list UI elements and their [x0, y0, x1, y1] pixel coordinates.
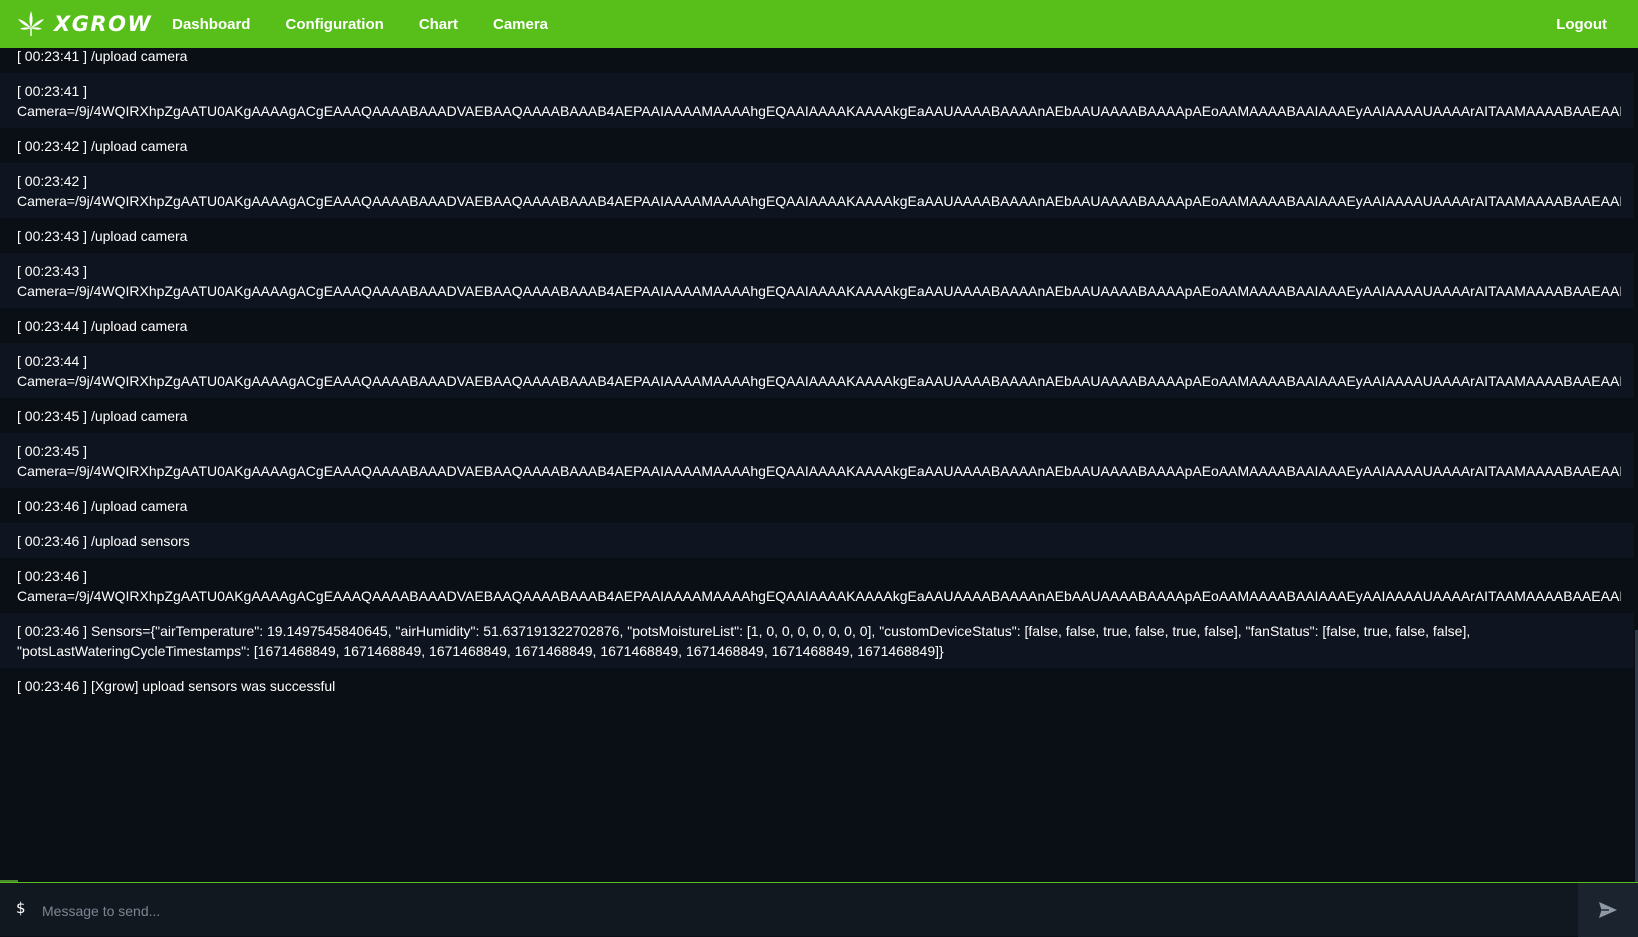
log-line: [ 00:23:46 ] Sensors={"airTemperature": … [17, 623, 1471, 659]
log-entry: [ 00:23:46 ] Sensors={"airTemperature": … [0, 613, 1638, 668]
log-line: Camera=/9j/4WQIRXhpZgAATU0AKgAAAAgACgEAA… [17, 373, 1621, 389]
log-line: [ 00:23:45 ] [17, 443, 88, 459]
log-line: [ 00:23:46 ] /upload sensors [17, 533, 190, 549]
nav-link-chart[interactable]: Chart [419, 16, 458, 33]
prompt-symbol: $ [16, 899, 26, 917]
log-line: Camera=/9j/4WQIRXhpZgAATU0AKgAAAAgACgEAA… [17, 193, 1621, 209]
log-entry: [ 00:23:42 ] Camera=/9j/4WQIRXhpZgAATU0AK… [0, 163, 1638, 218]
send-icon [1599, 902, 1617, 918]
log-entry: [ 00:23:43 ] Camera=/9j/4WQIRXhpZgAATU0AK… [0, 253, 1638, 308]
log-line: [ 00:23:46 ] [17, 568, 88, 584]
log-entry: [ 00:23:45 ] /upload camera [0, 398, 1638, 433]
log-entry: [ 00:23:46 ] [Xgrow] upload sensors was … [0, 668, 1638, 703]
log-line: [ 00:23:43 ] [17, 263, 88, 279]
message-bar: $ [0, 882, 1638, 937]
log-line: [ 00:23:44 ] [17, 353, 88, 369]
log-line: [ 00:23:43 ] /upload camera [17, 228, 188, 244]
top-navbar: XGROW Dashboard Configuration Chart Came… [0, 0, 1638, 48]
log-entry: [ 00:23:44 ] Camera=/9j/4WQIRXhpZgAATU0AK… [0, 343, 1638, 398]
log-line: Camera=/9j/4WQIRXhpZgAATU0AKgAAAAgACgEAA… [17, 103, 1621, 119]
log-list: [ 00:23:41 ] /upload camera [ 00:23:41 ] C… [0, 48, 1638, 703]
log-line: [ 00:23:42 ] /upload camera [17, 138, 188, 154]
log-entry: [ 00:23:46 ] Camera=/9j/4WQIRXhpZgAATU0AK… [0, 558, 1638, 613]
nav-links: Dashboard Configuration Chart Camera [172, 16, 583, 33]
log-entry: [ 00:23:43 ] /upload camera [0, 218, 1638, 253]
log-line: [ 00:23:42 ] [17, 173, 88, 189]
log-entry: [ 00:23:41 ] Camera=/9j/4WQIRXhpZgAATU0AK… [0, 73, 1638, 128]
log-line: [ 00:23:44 ] /upload camera [17, 318, 188, 334]
message-input[interactable] [40, 893, 1574, 929]
log-entry: [ 00:23:46 ] /upload sensors [0, 523, 1638, 558]
log-line: Camera=/9j/4WQIRXhpZgAATU0AKgAAAAgACgEAA… [17, 588, 1621, 604]
log-entry: [ 00:23:46 ] /upload camera [0, 488, 1638, 523]
brand[interactable]: XGROW [16, 0, 152, 48]
log-entry: [ 00:23:42 ] /upload camera [0, 128, 1638, 163]
nav-link-camera[interactable]: Camera [493, 16, 548, 33]
logout-link[interactable]: Logout [1556, 0, 1607, 48]
log-line: [ 00:23:46 ] /upload camera [17, 498, 188, 514]
log-line: [ 00:23:41 ] [17, 83, 88, 99]
console-log[interactable]: [ 00:23:41 ] /upload camera [ 00:23:41 ] C… [0, 48, 1638, 882]
log-line: Camera=/9j/4WQIRXhpZgAATU0AKgAAAAgACgEAA… [17, 283, 1621, 299]
log-entry: [ 00:23:45 ] Camera=/9j/4WQIRXhpZgAATU0AK… [0, 433, 1638, 488]
nav-link-dashboard[interactable]: Dashboard [172, 16, 250, 33]
send-button[interactable] [1578, 883, 1638, 937]
log-line: [ 00:23:45 ] /upload camera [17, 408, 188, 424]
nav-link-configuration[interactable]: Configuration [285, 16, 383, 33]
cannabis-leaf-logo-icon [18, 11, 44, 36]
log-line: Camera=/9j/4WQIRXhpZgAATU0AKgAAAAgACgEAA… [17, 463, 1621, 479]
log-line: [ 00:23:41 ] /upload camera [17, 48, 188, 64]
log-entry: [ 00:23:41 ] /upload camera [0, 48, 1638, 73]
log-line: [ 00:23:46 ] [Xgrow] upload sensors was … [17, 678, 336, 694]
brand-name: XGROW [54, 12, 153, 36]
log-entry: [ 00:23:44 ] /upload camera [0, 308, 1638, 343]
